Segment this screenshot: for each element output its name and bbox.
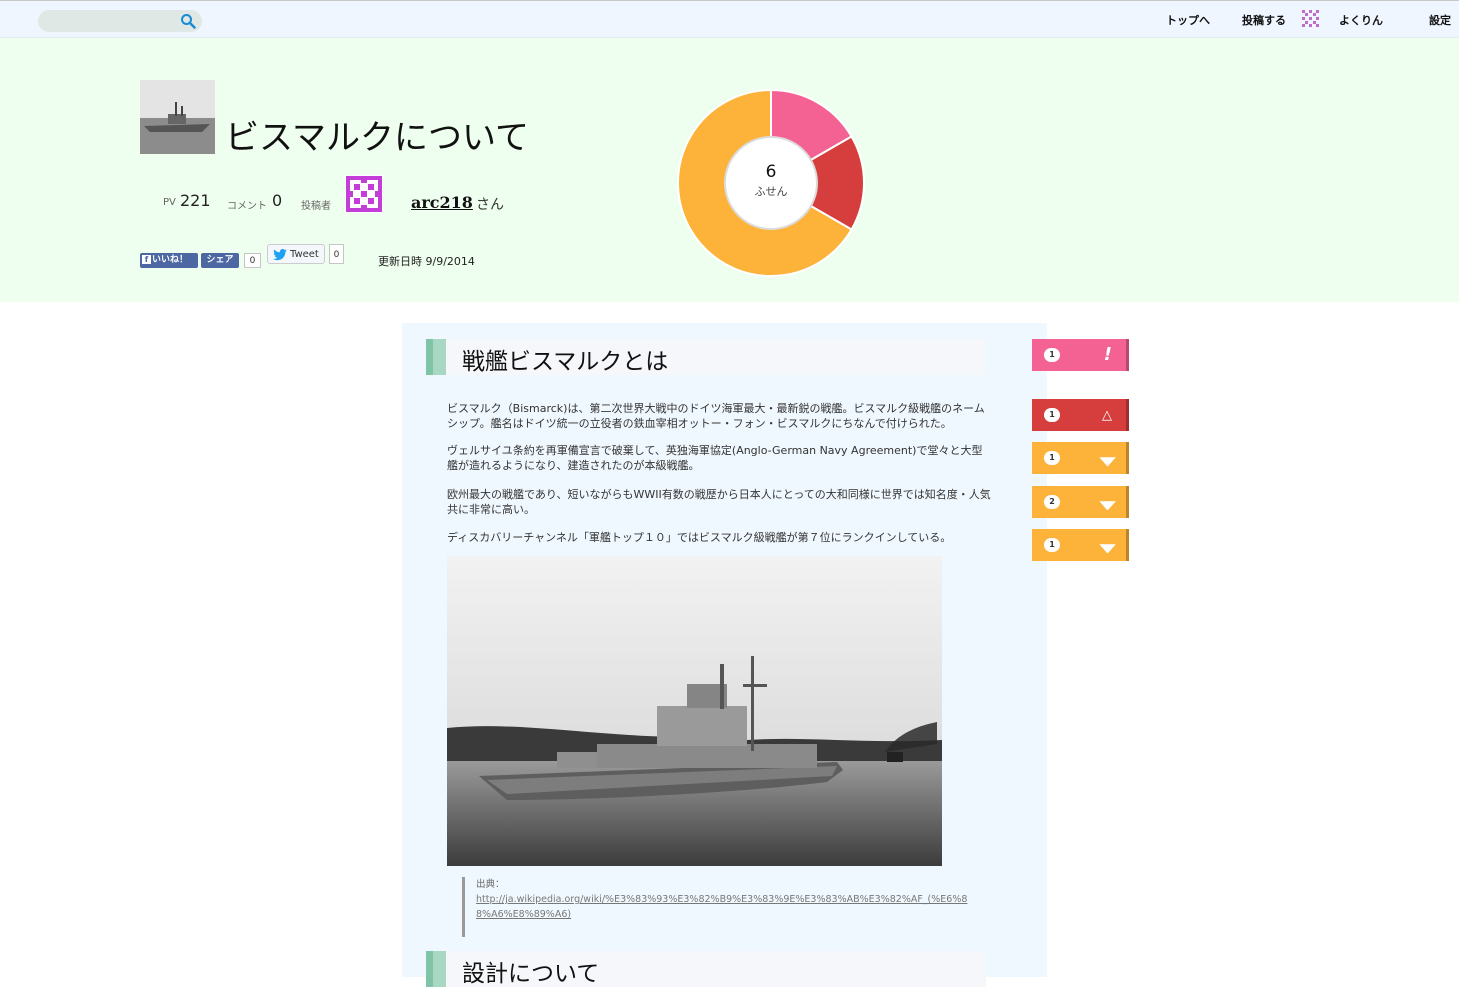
facebook-icon: f bbox=[142, 255, 151, 264]
twitter-bird-icon bbox=[273, 249, 287, 261]
page-title: ビスマルクについて bbox=[225, 118, 529, 158]
comment-value: 0 bbox=[272, 191, 283, 210]
paragraph-4: ディスカバリーチャンネル「軍艦トップ１０」ではビスマルク級戦艦が第７位にランクイ… bbox=[447, 531, 952, 544]
fusen-note-1[interactable]: 1! bbox=[1032, 339, 1129, 371]
section-heading-1: 戦艦ビスマルクとは bbox=[426, 339, 986, 375]
fusen-note-2[interactable]: 1 △ bbox=[1032, 399, 1129, 431]
poster-label: 投稿者 bbox=[301, 201, 331, 212]
donut-center-label: ふせん bbox=[755, 185, 788, 198]
article-thumbnail[interactable] bbox=[140, 80, 215, 154]
citation-link[interactable]: http://ja.wikipedia.org/wiki/%E3%83%93%E… bbox=[476, 894, 967, 920]
nav-post-link[interactable]: 投稿する bbox=[1242, 12, 1286, 28]
tweet-label: Tweet bbox=[290, 249, 319, 260]
search-icon[interactable] bbox=[180, 13, 196, 29]
paragraph-2: ヴェルサイユ条約を再軍備宣言で破棄して、英独海軍協定(Anglo-German … bbox=[447, 444, 983, 472]
section-heading-2-text: 設計について bbox=[462, 961, 600, 987]
pv-value: 221 bbox=[180, 191, 211, 210]
nav-top-link[interactable]: トップへ bbox=[1166, 12, 1210, 28]
author-link[interactable]: arc218 bbox=[411, 193, 473, 212]
author-suffix: さん bbox=[476, 197, 504, 213]
fusen-note-count: 1 bbox=[1044, 538, 1060, 552]
section-heading-2: 設計について bbox=[426, 951, 986, 987]
search-input[interactable] bbox=[38, 10, 202, 32]
fusen-note-count: 1 bbox=[1044, 408, 1060, 422]
triangle-icon: △ bbox=[1102, 408, 1112, 423]
section-heading-1-text: 戦艦ビスマルクとは bbox=[462, 349, 669, 375]
citation-label: 出典： bbox=[476, 879, 505, 890]
author-avatar[interactable] bbox=[345, 175, 383, 213]
chevron-down-icon: ▼ bbox=[1099, 498, 1116, 512]
fusen-note-count: 2 bbox=[1044, 495, 1060, 509]
citation-block: 出典： http://ja.wikipedia.org/wiki/%E3%83%… bbox=[462, 877, 974, 937]
facebook-share-count: 0 bbox=[244, 253, 261, 268]
facebook-like-button[interactable]: f いいね！ bbox=[140, 253, 198, 268]
fusen-note-count: 1 bbox=[1044, 451, 1060, 465]
fusen-note-3[interactable]: 1 ▼ bbox=[1032, 442, 1129, 474]
comment-label: コメント bbox=[227, 201, 267, 212]
article-body: 戦艦ビスマルクとは ビスマルク（Bismarck)は、第二次世界大戦中のドイツ海… bbox=[402, 323, 1047, 987]
facebook-share-button[interactable]: シェア bbox=[201, 253, 239, 268]
fusen-note-4[interactable]: 2 ▼ bbox=[1032, 486, 1129, 518]
article-header: ビスマルクについて PV 221 コメント 0 投稿者 arc218 さん fい… bbox=[0, 38, 1459, 302]
yokurin-avatar-icon[interactable] bbox=[1302, 10, 1320, 28]
tweet-button[interactable]: Tweet bbox=[267, 244, 325, 264]
donut-center-value: 6 bbox=[766, 162, 777, 182]
paragraph-3: 欧州最大の戦艦であり、短いながらもWWII有数の戦歴から日本人にとっての大和同様… bbox=[447, 488, 991, 516]
top-bar: トップへ 投稿する よくりん 設定 bbox=[0, 0, 1459, 38]
paragraph-1: ビスマルク（Bismarck)は、第二次世界大戦中のドイツ海軍最大・最新鋭の戦艦… bbox=[447, 402, 985, 430]
fusen-note-count: 1 bbox=[1044, 348, 1060, 362]
donut-center bbox=[724, 136, 818, 230]
updated-date: 更新日時 9/9/2014 bbox=[378, 255, 475, 268]
chevron-down-icon: ▼ bbox=[1099, 454, 1116, 468]
ship-thumbnail-image bbox=[140, 80, 215, 154]
facebook-like-label: いいね！ bbox=[152, 255, 189, 265]
exclamation-icon: ! bbox=[1103, 344, 1112, 365]
chevron-down-icon: ▼ bbox=[1099, 541, 1116, 555]
tweet-count: 0 bbox=[329, 244, 344, 264]
pv-label: PV bbox=[163, 197, 176, 208]
fusen-donut-chart: 6 ふせん bbox=[677, 88, 865, 277]
nav-yokurin-link[interactable]: よくりん bbox=[1339, 12, 1383, 28]
nav-settings-link[interactable]: 設定 bbox=[1429, 12, 1451, 28]
bismarck-photo[interactable] bbox=[447, 556, 942, 866]
fusen-note-5[interactable]: 1 ▼ bbox=[1032, 529, 1129, 561]
